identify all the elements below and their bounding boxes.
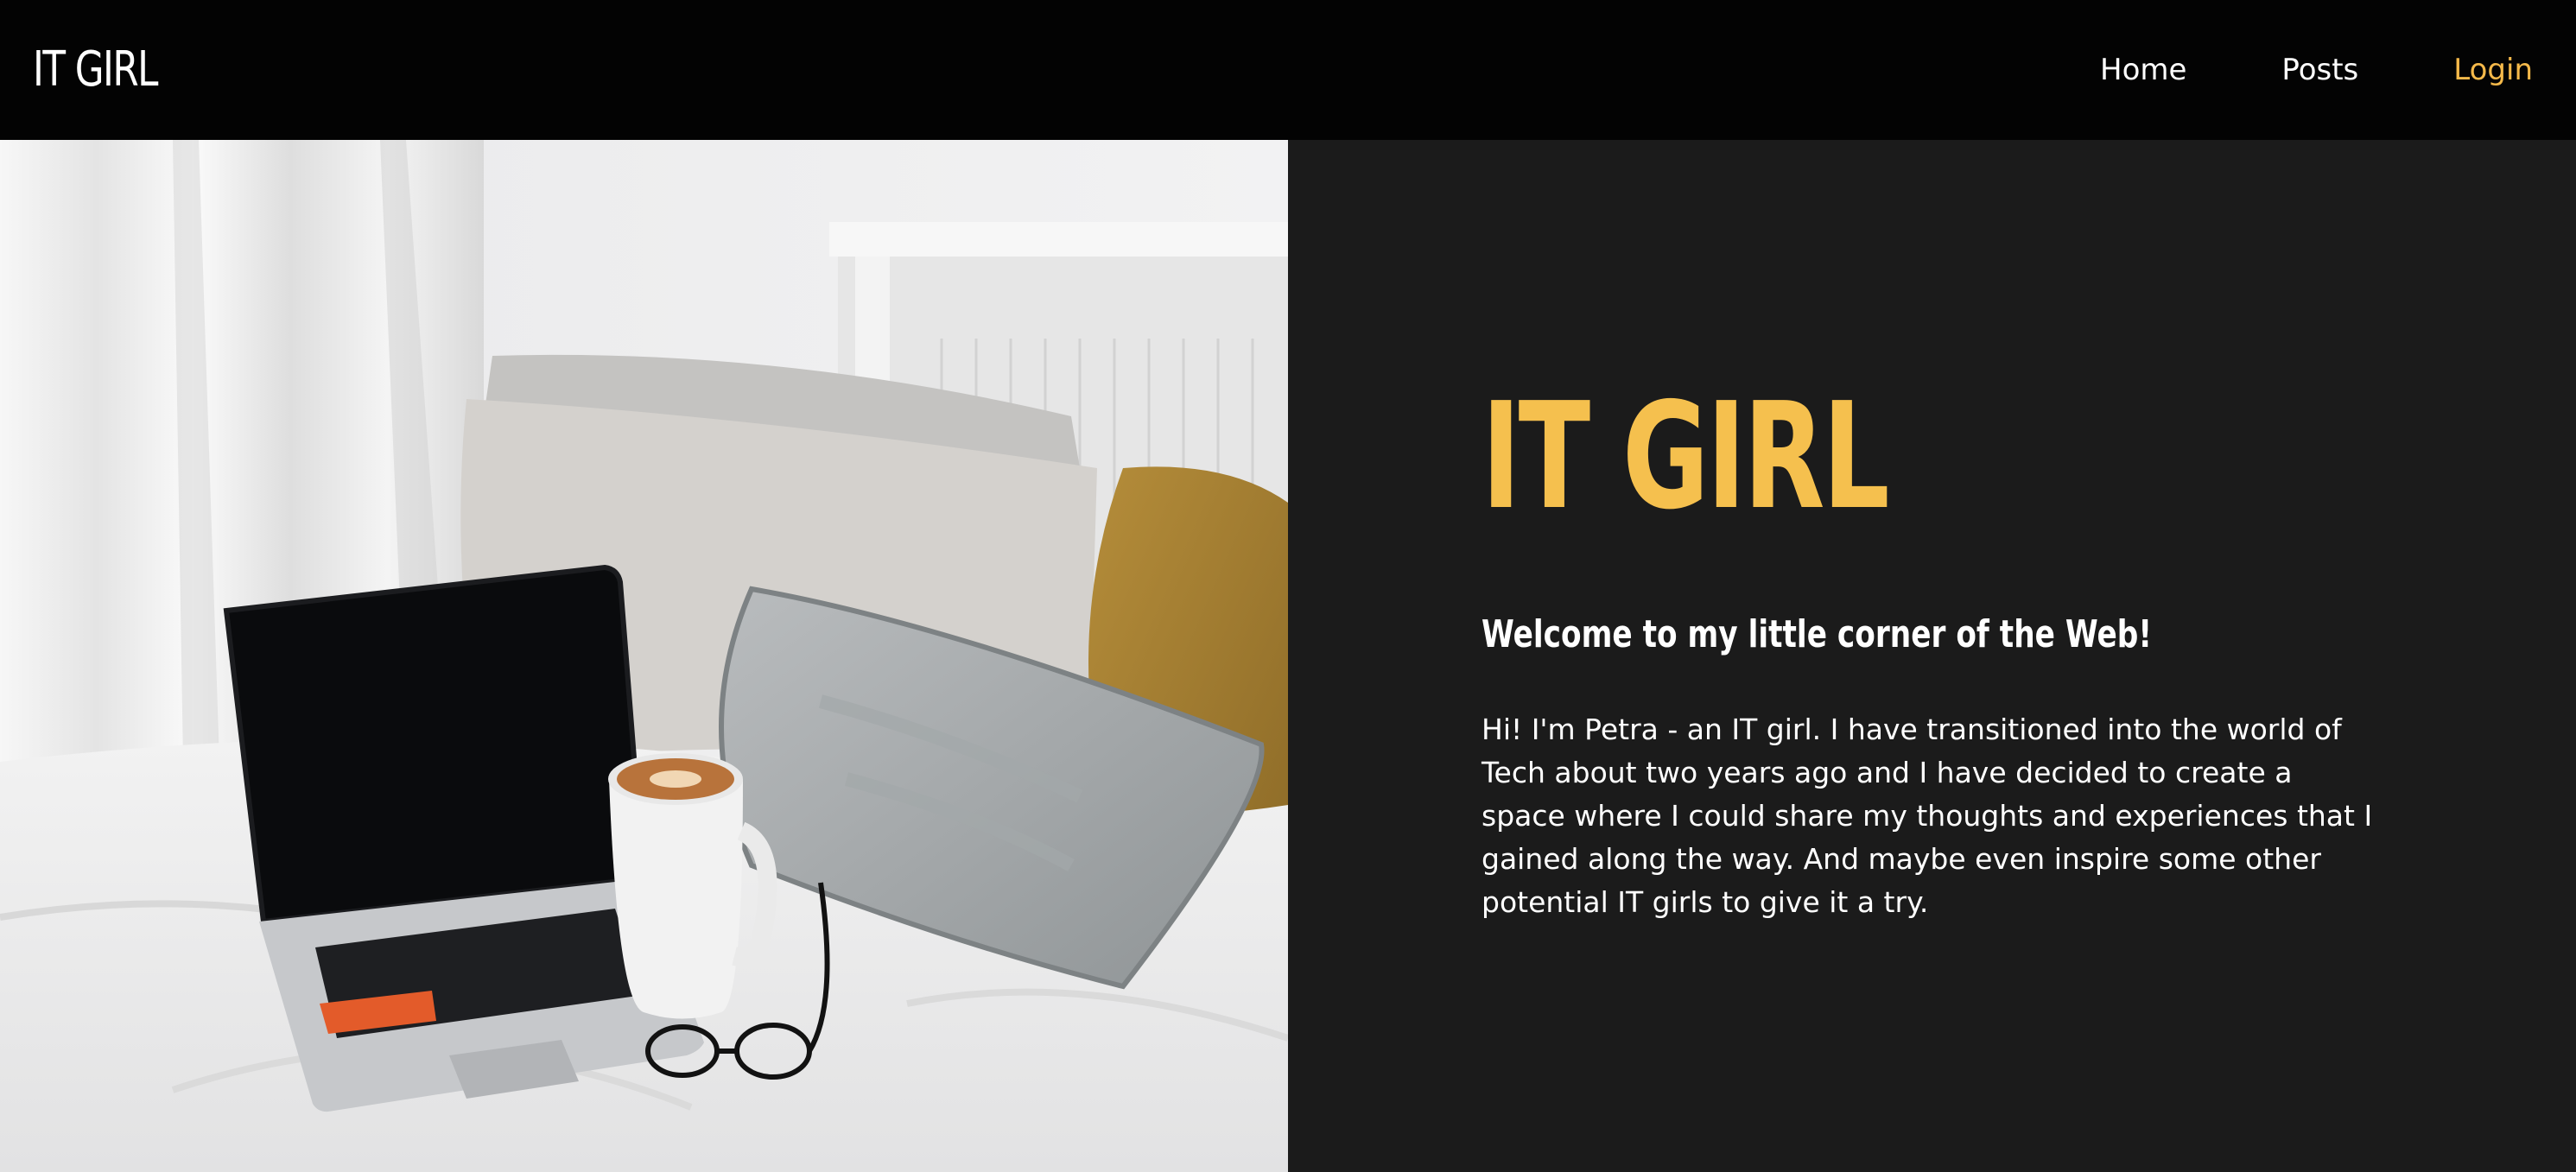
top-navbar: IT GIRL Home Posts Login	[0, 0, 2576, 140]
nav-link-home[interactable]: Home	[2100, 53, 2186, 87]
hero-subtitle: Welcome to my little corner of the Web!	[1482, 612, 2153, 656]
nav-link-posts[interactable]: Posts	[2281, 53, 2358, 87]
hero-photo	[0, 140, 1288, 1172]
brand-logo[interactable]: IT GIRL	[33, 46, 159, 94]
hero-photo-illustration	[0, 140, 1288, 1172]
hero-title: IT GIRL	[1482, 371, 1890, 542]
intro-panel: IT GIRL Welcome to my little corner of t…	[1288, 140, 2576, 1172]
nav-link-login[interactable]: Login	[2453, 53, 2533, 87]
hero-intro-text: Hi! I'm Petra - an IT girl. I have trans…	[1482, 713, 2373, 919]
main-nav: Home Posts Login	[2005, 0, 2533, 140]
hero-section: IT GIRL Welcome to my little corner of t…	[0, 140, 2576, 1172]
